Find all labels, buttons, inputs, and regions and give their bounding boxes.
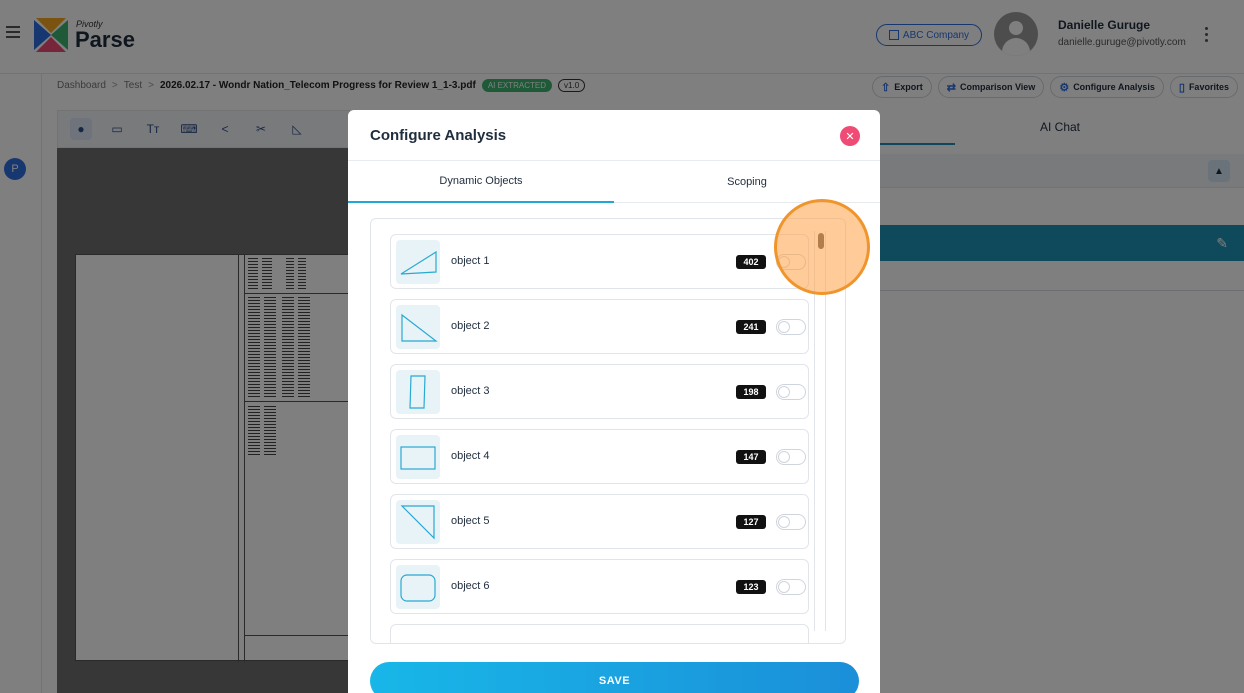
item-label: object 3 <box>451 385 490 397</box>
count-badge: 198 <box>736 385 766 399</box>
rectangle-shape-icon <box>396 435 440 479</box>
toggle-switch[interactable] <box>776 579 806 595</box>
list-item[interactable]: object 2 241 <box>390 299 809 354</box>
count-badge: 123 <box>736 580 766 594</box>
list-item[interactable]: object 6 123 <box>390 559 809 614</box>
triangle-shape-icon <box>396 500 440 544</box>
toggle-switch[interactable] <box>776 449 806 465</box>
save-button[interactable]: SAVE <box>370 662 859 693</box>
item-label: object 1 <box>451 255 490 267</box>
count-badge: 127 <box>736 515 766 529</box>
item-label: object 5 <box>451 515 490 527</box>
object-list[interactable]: object 1 402 object 2 241 object 3 198 o… <box>370 218 846 644</box>
rounded-rectangle-shape-icon <box>396 565 440 609</box>
item-label: object 6 <box>451 580 490 592</box>
app: Pivotly Parse ABC Company Danielle Gurug… <box>0 0 1244 693</box>
tab-dynamic-objects[interactable]: Dynamic Objects <box>348 161 614 203</box>
list-item[interactable]: object 5 127 <box>390 494 809 549</box>
list-item[interactable]: object 4 147 <box>390 429 809 484</box>
count-badge: 402 <box>736 255 766 269</box>
dialog-title: Configure Analysis <box>370 127 507 144</box>
tall-rectangle-shape-icon <box>396 370 440 414</box>
item-label: object 4 <box>451 450 490 462</box>
dialog-tabs: Dynamic Objects Scoping <box>348 161 880 203</box>
toggle-switch[interactable] <box>776 514 806 530</box>
click-highlight-marker <box>774 199 870 295</box>
list-item[interactable] <box>390 624 809 643</box>
toggle-switch[interactable] <box>776 384 806 400</box>
list-item[interactable]: object 1 402 <box>390 234 809 289</box>
parallelogram-shape-icon <box>396 240 440 284</box>
tab-scoping[interactable]: Scoping <box>614 161 880 203</box>
configure-analysis-dialog: Configure Analysis ✕ Dynamic Objects Sco… <box>348 110 880 693</box>
count-badge: 147 <box>736 450 766 464</box>
item-label: object 2 <box>451 320 490 332</box>
count-badge: 241 <box>736 320 766 334</box>
right-triangle-shape-icon <box>396 305 440 349</box>
list-item[interactable]: object 3 198 <box>390 364 809 419</box>
close-button[interactable]: ✕ <box>840 126 860 146</box>
toggle-switch[interactable] <box>776 319 806 335</box>
